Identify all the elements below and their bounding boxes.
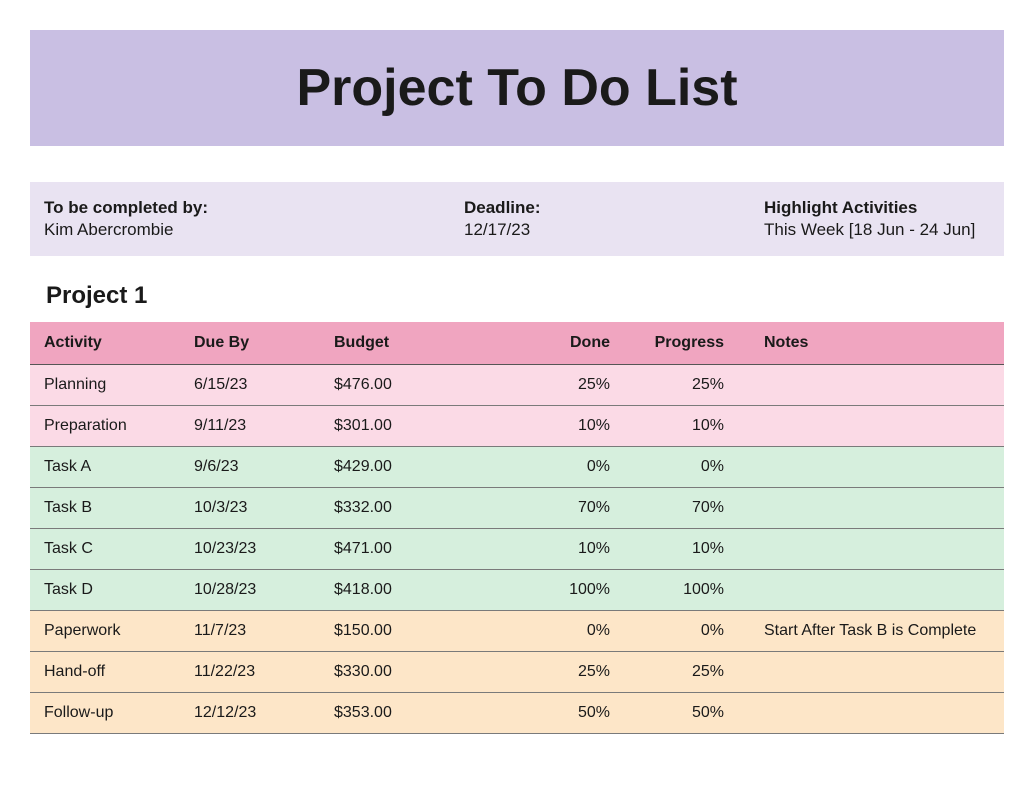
highlight-value: This Week [18 Jun - 24 Jun] [764,220,990,240]
deadline-value: 12/17/23 [464,220,764,240]
info-bar: To be completed by: Kim Abercrombie Dead… [30,182,1004,256]
cell-done: 25% [490,652,620,693]
cell-budget: $332.00 [320,488,490,529]
cell-progress: 50% [620,693,750,734]
cell-done: 50% [490,693,620,734]
cell-progress: 100% [620,570,750,611]
title-bar: Project To Do List [30,30,1004,146]
cell-due: 12/12/23 [180,693,320,734]
cell-due: 10/23/23 [180,529,320,570]
cell-due: 10/28/23 [180,570,320,611]
cell-due: 10/3/23 [180,488,320,529]
cell-notes: Start After Task B is Complete [750,611,1004,652]
cell-done: 25% [490,365,620,406]
cell-budget: $150.00 [320,611,490,652]
header-notes: Notes [750,322,1004,365]
cell-progress: 70% [620,488,750,529]
cell-budget: $330.00 [320,652,490,693]
cell-due: 9/6/23 [180,447,320,488]
table-row: Follow-up12/12/23$353.0050%50% [30,693,1004,734]
page-title: Project To Do List [30,58,1004,118]
cell-activity: Task B [30,488,180,529]
completed-by-value: Kim Abercrombie [44,220,464,240]
cell-activity: Task C [30,529,180,570]
cell-activity: Paperwork [30,611,180,652]
header-done: Done [490,322,620,365]
cell-activity: Preparation [30,406,180,447]
cell-notes [750,447,1004,488]
cell-notes [750,570,1004,611]
cell-budget: $429.00 [320,447,490,488]
cell-notes [750,529,1004,570]
table-row: Task C10/23/23$471.0010%10% [30,529,1004,570]
cell-budget: $353.00 [320,693,490,734]
info-completed-by: To be completed by: Kim Abercrombie [44,198,464,240]
cell-done: 10% [490,406,620,447]
cell-done: 10% [490,529,620,570]
cell-progress: 25% [620,365,750,406]
info-deadline: Deadline: 12/17/23 [464,198,764,240]
project-title: Project 1 [46,282,1034,310]
cell-notes [750,365,1004,406]
cell-due: 11/7/23 [180,611,320,652]
table-row: Planning6/15/23$476.0025%25% [30,365,1004,406]
cell-done: 100% [490,570,620,611]
cell-progress: 0% [620,447,750,488]
table-row: Preparation9/11/23$301.0010%10% [30,406,1004,447]
header-activity: Activity [30,322,180,365]
header-budget: Budget [320,322,490,365]
cell-due: 9/11/23 [180,406,320,447]
table-row: Paperwork11/7/23$150.000%0%Start After T… [30,611,1004,652]
cell-done: 70% [490,488,620,529]
cell-done: 0% [490,447,620,488]
cell-budget: $301.00 [320,406,490,447]
cell-progress: 10% [620,406,750,447]
cell-activity: Follow-up [30,693,180,734]
cell-activity: Task D [30,570,180,611]
header-progress: Progress [620,322,750,365]
cell-progress: 25% [620,652,750,693]
table-header-row: Activity Due By Budget Done Progress Not… [30,322,1004,365]
cell-due: 11/22/23 [180,652,320,693]
table-row: Task D10/28/23$418.00100%100% [30,570,1004,611]
cell-progress: 10% [620,529,750,570]
table-row: Task B10/3/23$332.0070%70% [30,488,1004,529]
deadline-label: Deadline: [464,198,764,218]
activities-table: Activity Due By Budget Done Progress Not… [30,322,1004,734]
table-row: Task A9/6/23$429.000%0% [30,447,1004,488]
cell-budget: $476.00 [320,365,490,406]
table-row: Hand-off11/22/23$330.0025%25% [30,652,1004,693]
cell-due: 6/15/23 [180,365,320,406]
cell-budget: $471.00 [320,529,490,570]
cell-budget: $418.00 [320,570,490,611]
cell-notes [750,693,1004,734]
info-highlight: Highlight Activities This Week [18 Jun -… [764,198,990,240]
cell-done: 0% [490,611,620,652]
cell-activity: Hand-off [30,652,180,693]
completed-by-label: To be completed by: [44,198,464,218]
highlight-label: Highlight Activities [764,198,990,218]
cell-notes [750,406,1004,447]
header-due: Due By [180,322,320,365]
cell-activity: Task A [30,447,180,488]
cell-activity: Planning [30,365,180,406]
cell-notes [750,652,1004,693]
cell-notes [750,488,1004,529]
cell-progress: 0% [620,611,750,652]
